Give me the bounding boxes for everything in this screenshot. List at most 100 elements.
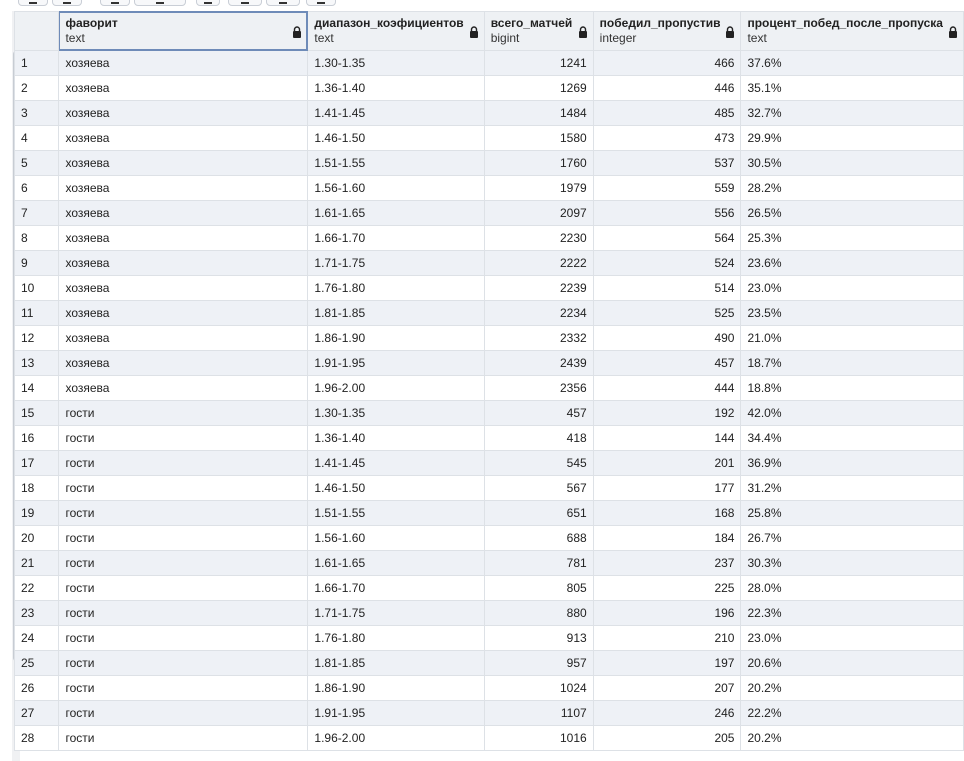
cell-won-after-conceding[interactable]: 473 (592, 125, 742, 151)
table-row[interactable]: 6 хозяева 1.56-1.60 1979 559 28.2% (13, 175, 964, 201)
row-number-cell[interactable]: 7 (13, 200, 60, 226)
cell-odds-range[interactable]: 1.66-1.70 (307, 575, 485, 601)
toolbar-button-copy[interactable] (52, 0, 82, 6)
cell-odds-range[interactable]: 1.41-1.45 (307, 100, 485, 126)
cell-won-after-conceding[interactable]: 466 (592, 50, 742, 76)
table-row[interactable]: 16 гости 1.36-1.40 418 144 34.4% (13, 425, 964, 451)
cell-won-after-conceding[interactable]: 559 (592, 175, 742, 201)
toolbar-button-paste[interactable] (100, 0, 130, 6)
cell-total-matches[interactable]: 1760 (483, 150, 594, 176)
table-row[interactable]: 13 хозяева 1.91-1.95 2439 457 18.7% (13, 350, 964, 376)
cell-total-matches[interactable]: 688 (483, 525, 594, 551)
table-row[interactable]: 14 хозяева 1.96-2.00 2356 444 18.8% (13, 375, 964, 401)
cell-win-percent[interactable]: 30.5% (740, 150, 964, 176)
cell-total-matches[interactable]: 1024 (483, 675, 594, 701)
table-row[interactable]: 7 хозяева 1.61-1.65 2097 556 26.5% (13, 200, 964, 226)
cell-favorite[interactable]: хозяева (58, 225, 309, 251)
cell-odds-range[interactable]: 1.46-1.50 (307, 475, 485, 501)
cell-odds-range[interactable]: 1.51-1.55 (307, 150, 485, 176)
row-number-cell[interactable]: 4 (13, 125, 60, 151)
cell-odds-range[interactable]: 1.36-1.40 (307, 425, 485, 451)
cell-won-after-conceding[interactable]: 205 (592, 725, 742, 751)
row-number-cell[interactable]: 10 (13, 275, 60, 301)
cell-win-percent[interactable]: 28.0% (740, 575, 964, 601)
cell-favorite[interactable]: гости (58, 575, 309, 601)
cell-win-percent[interactable]: 26.5% (740, 200, 964, 226)
table-row[interactable]: 15 гости 1.30-1.35 457 192 42.0% (13, 400, 964, 426)
column-header-total-matches[interactable]: всего_матчей bigint (483, 11, 594, 51)
cell-win-percent[interactable]: 32.7% (740, 100, 964, 126)
cell-total-matches[interactable]: 913 (483, 625, 594, 651)
table-row[interactable]: 17 гости 1.41-1.45 545 201 36.9% (13, 450, 964, 476)
cell-odds-range[interactable]: 1.81-1.85 (307, 300, 485, 326)
table-row[interactable]: 25 гости 1.81-1.85 957 197 20.6% (13, 650, 964, 676)
cell-odds-range[interactable]: 1.66-1.70 (307, 225, 485, 251)
table-row[interactable]: 28 гости 1.96-2.00 1016 205 20.2% (13, 725, 964, 751)
cell-win-percent[interactable]: 23.0% (740, 625, 964, 651)
cell-win-percent[interactable]: 23.5% (740, 300, 964, 326)
row-number-cell[interactable]: 9 (13, 250, 60, 276)
cell-odds-range[interactable]: 1.30-1.35 (307, 50, 485, 76)
table-row[interactable]: 8 хозяева 1.66-1.70 2230 564 25.3% (13, 225, 964, 251)
toolbar-button-delete[interactable] (134, 0, 186, 6)
row-number-cell[interactable]: 23 (13, 600, 60, 626)
cell-odds-range[interactable]: 1.76-1.80 (307, 275, 485, 301)
row-number-cell[interactable]: 13 (13, 350, 60, 376)
cell-win-percent[interactable]: 22.3% (740, 600, 964, 626)
cell-won-after-conceding[interactable]: 525 (592, 300, 742, 326)
cell-odds-range[interactable]: 1.51-1.55 (307, 500, 485, 526)
cell-won-after-conceding[interactable]: 490 (592, 325, 742, 351)
cell-favorite[interactable]: хозяева (58, 175, 309, 201)
cell-total-matches[interactable]: 2239 (483, 275, 594, 301)
row-number-cell[interactable]: 24 (13, 625, 60, 651)
cell-won-after-conceding[interactable]: 225 (592, 575, 742, 601)
table-row[interactable]: 27 гости 1.91-1.95 1107 246 22.2% (13, 700, 964, 726)
row-number-cell[interactable]: 28 (13, 725, 60, 751)
cell-total-matches[interactable]: 545 (483, 450, 594, 476)
cell-win-percent[interactable]: 28.2% (740, 175, 964, 201)
cell-win-percent[interactable]: 18.7% (740, 350, 964, 376)
cell-favorite[interactable]: гости (58, 700, 309, 726)
cell-won-after-conceding[interactable]: 246 (592, 700, 742, 726)
cell-favorite[interactable]: хозяева (58, 325, 309, 351)
cell-win-percent[interactable]: 20.2% (740, 725, 964, 751)
cell-win-percent[interactable]: 42.0% (740, 400, 964, 426)
table-row[interactable]: 9 хозяева 1.71-1.75 2222 524 23.6% (13, 250, 964, 276)
cell-won-after-conceding[interactable]: 168 (592, 500, 742, 526)
row-number-cell[interactable]: 1 (13, 50, 60, 76)
cell-won-after-conceding[interactable]: 457 (592, 350, 742, 376)
cell-odds-range[interactable]: 1.96-2.00 (307, 725, 485, 751)
cell-win-percent[interactable]: 25.3% (740, 225, 964, 251)
cell-won-after-conceding[interactable]: 197 (592, 650, 742, 676)
cell-favorite[interactable]: гости (58, 525, 309, 551)
cell-won-after-conceding[interactable]: 192 (592, 400, 742, 426)
toolbar-button-filter[interactable] (228, 0, 262, 6)
cell-win-percent[interactable]: 25.8% (740, 500, 964, 526)
cell-total-matches[interactable]: 418 (483, 425, 594, 451)
cell-favorite[interactable]: гости (58, 725, 309, 751)
cell-favorite[interactable]: гости (58, 475, 309, 501)
cell-won-after-conceding[interactable]: 144 (592, 425, 742, 451)
row-number-cell[interactable]: 26 (13, 675, 60, 701)
cell-odds-range[interactable]: 1.86-1.90 (307, 675, 485, 701)
cell-total-matches[interactable]: 567 (483, 475, 594, 501)
cell-favorite[interactable]: гости (58, 400, 309, 426)
cell-favorite[interactable]: гости (58, 425, 309, 451)
toolbar-button-download[interactable] (306, 0, 336, 6)
cell-total-matches[interactable]: 2222 (483, 250, 594, 276)
cell-win-percent[interactable]: 34.4% (740, 425, 964, 451)
cell-total-matches[interactable]: 1979 (483, 175, 594, 201)
cell-odds-range[interactable]: 1.71-1.75 (307, 250, 485, 276)
table-row[interactable]: 3 хозяева 1.41-1.45 1484 485 32.7% (13, 100, 964, 126)
column-header-odds-range[interactable]: диапазон_коэфициентов text (307, 11, 485, 51)
column-header-win-percent[interactable]: процент_побед_после_пропуска text (740, 11, 964, 51)
cell-odds-range[interactable]: 1.91-1.95 (307, 700, 485, 726)
cell-total-matches[interactable]: 1580 (483, 125, 594, 151)
cell-favorite[interactable]: гости (58, 550, 309, 576)
row-number-cell[interactable]: 14 (13, 375, 60, 401)
table-row[interactable]: 26 гости 1.86-1.90 1024 207 20.2% (13, 675, 964, 701)
cell-odds-range[interactable]: 1.71-1.75 (307, 600, 485, 626)
row-number-cell[interactable]: 18 (13, 475, 60, 501)
cell-win-percent[interactable]: 37.6% (740, 50, 964, 76)
cell-win-percent[interactable]: 22.2% (740, 700, 964, 726)
